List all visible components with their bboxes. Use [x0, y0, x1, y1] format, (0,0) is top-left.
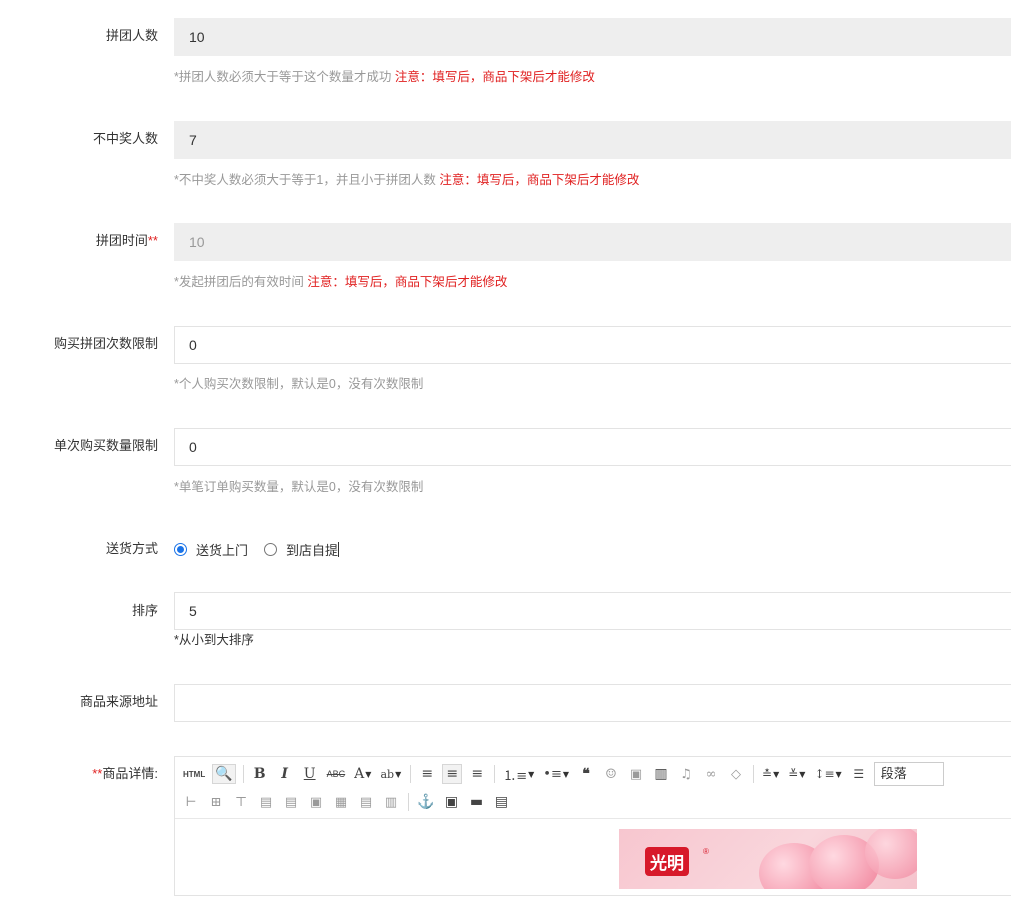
sort-label: 排序 — [131, 603, 158, 618]
rich-text-editor: HTML 🔍 B I U ABC A ▼ ab ▼ ≡ ≡ ≡ ⒈≡ ▼ •≡ ▼ ❝ … — [174, 756, 1011, 896]
print-icon[interactable]: ▬ — [466, 792, 486, 812]
group-time-hint: *发起拼团后的有效时间 注意：填写后，商品下架后才能修改 — [174, 273, 507, 291]
table-op-icon[interactable]: ▤ — [256, 792, 276, 812]
single-qty-label: 单次购买数量限制 — [53, 438, 158, 453]
table-op-icon[interactable]: ▤ — [356, 792, 376, 812]
table-op-icon[interactable]: ▣ — [306, 792, 326, 812]
emoji-icon[interactable]: ☺ — [601, 764, 621, 784]
align-right-icon[interactable]: ≡ — [467, 764, 487, 784]
group-size-hint: *拼团人数必须大于等于这个数量才成功 注意：填写后，商品下架后才能修改 — [174, 68, 595, 86]
text-cursor — [338, 541, 340, 557]
toolbar-separator — [410, 765, 412, 783]
paragraph-select[interactable]: 段落 — [873, 762, 944, 786]
group-time-warning: 注意：填写后，商品下架后才能修改 — [307, 275, 508, 289]
toolbar-separator — [494, 765, 496, 783]
row-spacing-top-icon[interactable]: ≛ ▼ — [760, 764, 781, 784]
non-winner-hint: *不中奖人数必须大于等于1，并且小于拼团人数 注意：填写后，商品下架后才能修改 — [174, 171, 639, 189]
paste-icon[interactable]: ▤ — [491, 792, 511, 812]
font-color-icon[interactable]: A ▼ — [352, 764, 373, 784]
highlight-color-icon[interactable]: ab ▼ — [378, 764, 403, 784]
music-icon[interactable]: ♫ — [676, 764, 696, 784]
non-winner-label: 不中奖人数 — [92, 131, 158, 146]
ordered-list-icon[interactable]: ⒈≡ ▼ — [501, 764, 536, 784]
sort-input[interactable]: 5 — [174, 592, 1011, 630]
anchor-icon[interactable]: ⚓ — [415, 792, 436, 812]
toolbar-row-1: HTML 🔍 B I U ABC A ▼ ab ▼ ≡ ≡ ≡ ⒈≡ ▼ •≡ ▼ ❝ … — [181, 762, 944, 786]
group-time-label-text: 拼团时间 — [95, 233, 148, 248]
html-source-icon[interactable]: HTML — [181, 764, 207, 784]
non-winner-input[interactable]: 7 — [174, 121, 1011, 159]
registered-mark: ® — [703, 847, 709, 856]
preview-zoom-icon[interactable]: 🔍 — [212, 764, 236, 784]
table-op-icon[interactable]: ▦ — [331, 792, 351, 812]
insert-col-icon[interactable]: ⊞ — [206, 792, 226, 812]
toolbar-separator — [753, 765, 754, 783]
toolbar-row-2: ⊢ ⊞ ⊤ ▤ ▤ ▣ ▦ ▤ ▥ ⚓ ▣ ▬ ▤ — [181, 791, 516, 813]
row-spacing-bottom-icon[interactable]: ≚ ▼ — [786, 764, 807, 784]
group-size-input[interactable]: 10 — [174, 18, 1011, 56]
toolbar-separator — [242, 765, 244, 783]
unordered-list-icon[interactable]: •≡ ▼ — [541, 764, 571, 784]
image-icon[interactable]: ▣ — [626, 764, 646, 784]
group-size-label: 拼团人数 — [105, 28, 158, 43]
details-label-text: 商品详情: — [102, 766, 158, 781]
table-op-icon[interactable]: ▤ — [281, 792, 301, 812]
source-url-label: 商品来源地址 — [79, 694, 158, 709]
purchase-limit-label: 购买拼团次数限制 — [53, 336, 158, 351]
single-qty-input[interactable]: 0 — [174, 428, 1011, 466]
delivery-option-pickup-label[interactable]: 到店自提 — [286, 540, 338, 559]
editor-toolbar: HTML 🔍 B I U ABC A ▼ ab ▼ ≡ ≡ ≡ ⒈≡ ▼ •≡ ▼ ❝ … — [175, 757, 1011, 819]
brand-logo: 光明 — [645, 847, 689, 876]
toolbar-separator — [408, 793, 409, 811]
non-winner-hint-text: *不中奖人数必须大于等于1，并且小于拼团人数 — [174, 173, 436, 187]
details-required-mark: ** — [92, 766, 103, 781]
source-url-input[interactable] — [174, 684, 1011, 722]
template-icon[interactable]: ▣ — [441, 792, 461, 812]
link-icon[interactable]: ∞ — [701, 764, 721, 784]
delivery-radio-home[interactable] — [174, 542, 187, 556]
delivery-option-home-label[interactable]: 送货上门 — [196, 540, 248, 559]
purchase-limit-input[interactable]: 0 — [174, 326, 1011, 364]
single-qty-hint: *单笔订单购买数量，默认是0，没有次数限制 — [174, 480, 424, 494]
paragraph-format-icon[interactable]: ☰ — [849, 764, 869, 784]
delivery-label: 送货方式 — [105, 541, 158, 556]
purchase-limit-hint: *个人购买次数限制，默认是0，没有次数限制 — [174, 377, 424, 391]
merge-cells-icon[interactable]: ⊤ — [231, 792, 251, 812]
blockquote-icon[interactable]: ❝ — [576, 764, 596, 784]
delivery-radio-group: 送货上门 到店自提 — [174, 539, 340, 559]
details-label: **商品详情: — [0, 764, 158, 784]
delivery-radio-pickup[interactable] — [264, 542, 278, 556]
group-size-warning: 注意：填写后，商品下架后才能修改 — [394, 70, 595, 84]
insert-row-icon[interactable]: ⊢ — [181, 792, 201, 812]
non-winner-warning: 注意：填写后，商品下架后才能修改 — [439, 173, 640, 187]
group-size-hint-text: *拼团人数必须大于等于这个数量才成功 — [174, 70, 392, 84]
group-time-input[interactable]: 10 — [174, 223, 1011, 261]
required-mark: ** — [147, 233, 158, 248]
video-icon[interactable]: ▥ — [651, 764, 671, 784]
promo-image: 光明 ® — [619, 829, 917, 889]
eraser-icon[interactable]: ◇ — [726, 764, 746, 784]
group-time-label: 拼团时间** — [0, 231, 158, 251]
italic-icon[interactable]: I — [275, 764, 295, 784]
align-left-icon[interactable]: ≡ — [417, 764, 437, 784]
sort-hint: *从小到大排序 — [174, 633, 254, 647]
group-time-hint-text: *发起拼团后的有效时间 — [174, 275, 304, 289]
underline-icon[interactable]: U — [300, 764, 320, 784]
line-height-icon[interactable]: ↕≡ ▼ — [812, 764, 843, 784]
strikethrough-icon[interactable]: ABC — [325, 764, 348, 784]
align-center-icon[interactable]: ≡ — [442, 764, 463, 784]
bold-icon[interactable]: B — [250, 764, 270, 784]
table-op-icon[interactable]: ▥ — [381, 792, 401, 812]
editor-content[interactable]: 光明 ® — [175, 819, 1011, 897]
